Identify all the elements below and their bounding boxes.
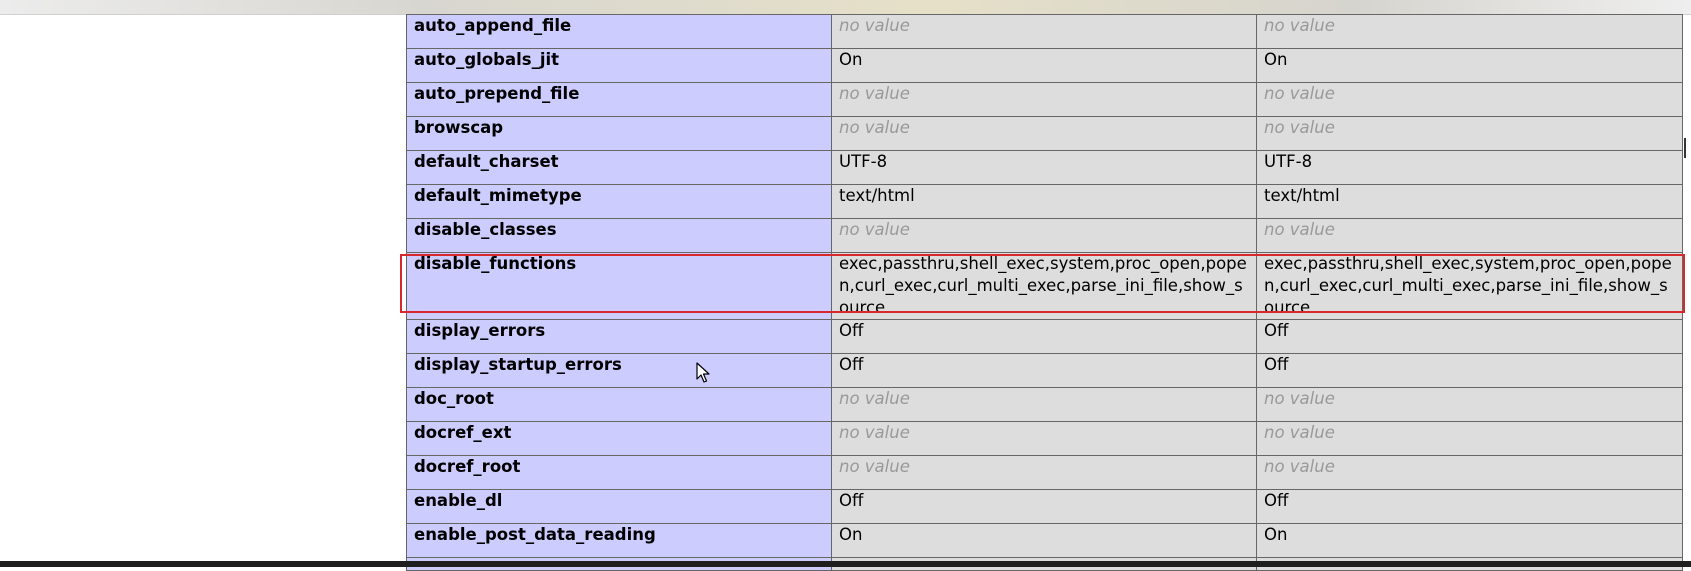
ini-row-enable-post-data-reading: enable_post_data_reading On On (406, 523, 1683, 558)
ini-row-auto-append-file: auto_append_file no value no value (406, 14, 1683, 49)
master-value-text: no value (1264, 118, 1335, 137)
local-value-text: no value (839, 220, 910, 239)
ini-row-display-errors: display_errors Off Off (406, 319, 1683, 354)
local-value-text: no value (839, 118, 910, 137)
local-value: Off (831, 319, 1257, 354)
directive-name: enable_dl (406, 489, 832, 524)
local-value: text/html (831, 184, 1257, 219)
local-value: no value (831, 218, 1257, 253)
local-value-text: no value (839, 389, 910, 408)
master-value-text: no value (1264, 457, 1335, 476)
master-value: no value (1256, 421, 1683, 456)
master-value: Off (1256, 353, 1683, 388)
php-ini-directives-table: auto_append_file no value no value auto_glo… (406, 14, 1683, 571)
master-value: Off (1256, 319, 1683, 354)
directive-name: auto_prepend_file (406, 82, 832, 117)
ini-row-auto-globals-jit: auto_globals_jit On On (406, 48, 1683, 83)
master-value-text: exec,passthru,shell_exec,system,proc_ope… (1264, 254, 1672, 317)
master-value: exec,passthru,shell_exec,system,proc_ope… (1256, 252, 1683, 320)
master-value: no value (1256, 82, 1683, 117)
local-value: Off (831, 489, 1257, 524)
master-value: no value (1256, 455, 1683, 490)
master-value-text: no value (1264, 389, 1335, 408)
text-cursor-icon (1684, 138, 1686, 158)
arrow-cursor-icon (696, 362, 710, 383)
directive-name: default_mimetype (406, 184, 832, 219)
ini-row-display-startup-errors: display_startup_errors Off Off (406, 353, 1683, 388)
master-value: UTF-8 (1256, 150, 1683, 185)
local-value: exec,passthru,shell_exec,system,proc_ope… (831, 252, 1257, 320)
ini-row-browscap: browscap no value no value (406, 116, 1683, 151)
directive-name: display_startup_errors (406, 353, 832, 388)
local-value: Off (831, 353, 1257, 388)
local-value: no value (831, 455, 1257, 490)
local-value: no value (831, 387, 1257, 422)
master-value-text: Off (1264, 491, 1289, 510)
directive-name: doc_root (406, 387, 832, 422)
master-value-text: no value (1264, 423, 1335, 442)
master-value-text: On (1264, 50, 1288, 69)
ini-row-docref-ext: docref_ext no value no value (406, 421, 1683, 456)
local-value-text: text/html (839, 186, 915, 205)
master-value: Off (1256, 489, 1683, 524)
master-value: On (1256, 523, 1683, 558)
ini-row-enable-dl: enable_dl Off Off (406, 489, 1683, 524)
local-value-text: no value (839, 423, 910, 442)
master-value: no value (1256, 14, 1683, 49)
master-value: On (1256, 48, 1683, 83)
directive-name: docref_ext (406, 421, 832, 456)
local-value-text: exec,passthru,shell_exec,system,proc_ope… (839, 254, 1247, 317)
local-value-text: no value (839, 16, 910, 35)
local-value: no value (831, 116, 1257, 151)
local-value: no value (831, 421, 1257, 456)
master-value-text: no value (1264, 84, 1335, 103)
taskbar-edge (0, 561, 1691, 567)
local-value-text: On (839, 525, 863, 544)
ini-row-default-charset: default_charset UTF-8 UTF-8 (406, 150, 1683, 185)
local-value-text: Off (839, 491, 864, 510)
directive-name: disable_functions (406, 252, 832, 320)
master-value-text: UTF-8 (1264, 152, 1313, 171)
browser-top-edge (0, 0, 1691, 15)
master-value-text: Off (1264, 355, 1289, 374)
ini-row-docref-root: docref_root no value no value (406, 455, 1683, 490)
local-value: no value (831, 82, 1257, 117)
directive-name: auto_globals_jit (406, 48, 832, 83)
local-value-text: Off (839, 355, 864, 374)
master-value: text/html (1256, 184, 1683, 219)
master-value: no value (1256, 116, 1683, 151)
local-value: UTF-8 (831, 150, 1257, 185)
directive-name: docref_root (406, 455, 832, 490)
local-value: On (831, 48, 1257, 83)
local-value-text: no value (839, 84, 910, 103)
directive-name: browscap (406, 116, 832, 151)
directive-name: enable_post_data_reading (406, 523, 832, 558)
ini-row-doc-root: doc_root no value no value (406, 387, 1683, 422)
ini-row-disable-classes: disable_classes no value no value (406, 218, 1683, 253)
directive-name: auto_append_file (406, 14, 832, 49)
ini-row-default-mimetype: default_mimetype text/html text/html (406, 184, 1683, 219)
local-value: no value (831, 14, 1257, 49)
master-value: no value (1256, 387, 1683, 422)
master-value: no value (1256, 218, 1683, 253)
master-value-text: On (1264, 525, 1288, 544)
directive-name: display_errors (406, 319, 832, 354)
local-value-text: On (839, 50, 863, 69)
master-value-text: no value (1264, 220, 1335, 239)
master-value-text: no value (1264, 16, 1335, 35)
directive-name: default_charset (406, 150, 832, 185)
master-value-text: Off (1264, 321, 1289, 340)
ini-row-disable-functions: disable_functions exec,passthru,shell_exe… (406, 252, 1683, 320)
local-value-text: UTF-8 (839, 152, 888, 171)
local-value-text: no value (839, 457, 910, 476)
master-value-text: text/html (1264, 186, 1340, 205)
local-value: On (831, 523, 1257, 558)
ini-row-auto-prepend-file: auto_prepend_file no value no value (406, 82, 1683, 117)
local-value-text: Off (839, 321, 864, 340)
directive-name: disable_classes (406, 218, 832, 253)
